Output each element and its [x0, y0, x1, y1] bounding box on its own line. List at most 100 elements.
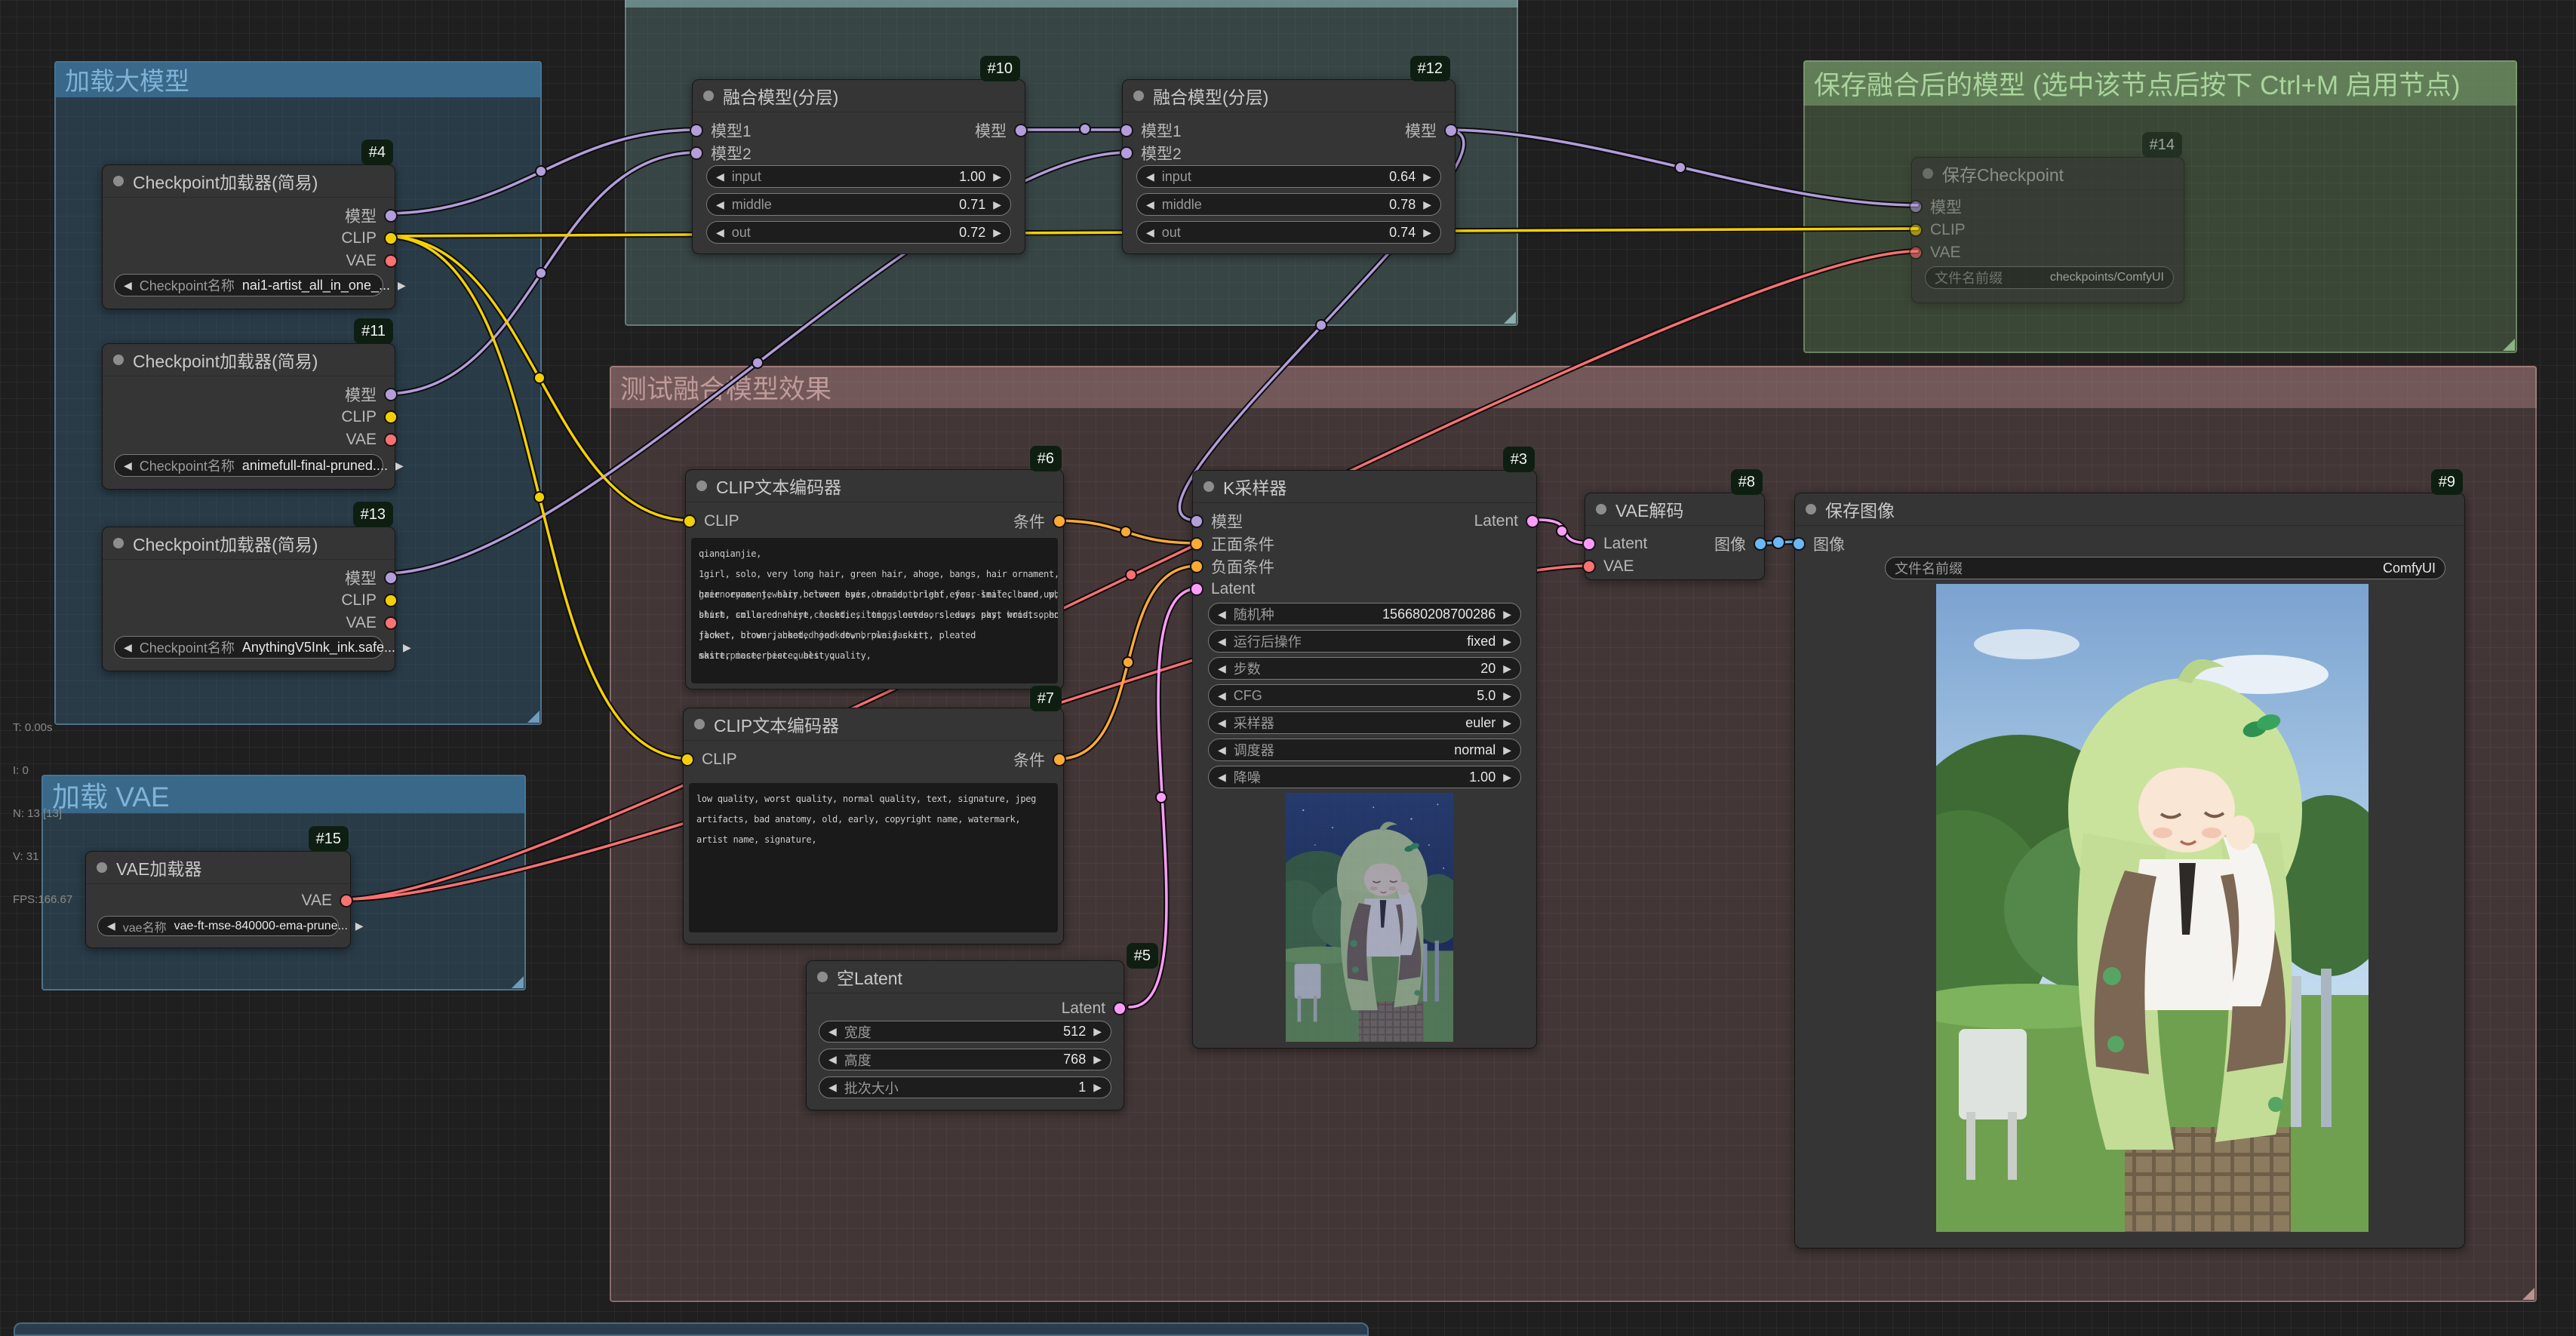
clip-port-icon[interactable]	[384, 594, 398, 607]
input-clip[interactable]: CLIP	[686, 510, 739, 533]
widget-scheduler[interactable]: ◀ 调度器 normal ▶	[1208, 739, 1521, 761]
collapse-dot-icon[interactable]	[1133, 91, 1144, 101]
node-checkpoint-loader-4[interactable]: #4 Checkpoint加载器(简易) 模型 CLIP VAE ◀ Check…	[102, 164, 395, 309]
output-clip[interactable]: CLIP	[341, 589, 395, 612]
image-port-icon[interactable]	[1792, 537, 1806, 551]
widget-denoise[interactable]: ◀ 降噪 1.00 ▶	[1208, 766, 1521, 788]
input-model2[interactable]: 模型2	[1123, 142, 1182, 164]
clip-port-icon[interactable]	[681, 753, 694, 766]
decrement-arrow-icon[interactable]: ◀	[1218, 635, 1226, 648]
output-model[interactable]: 模型	[345, 383, 395, 406]
comfyui-canvas[interactable]: 加载大模型 保存融合后的模型 (选中该节点后按下 Ctrl+M 启用节点) 测试…	[0, 0, 2576, 1336]
model-port-icon[interactable]	[1909, 200, 1923, 213]
decrement-arrow-icon[interactable]: ◀	[828, 1053, 837, 1066]
output-vae[interactable]: VAE	[346, 250, 395, 272]
output-image[interactable]: 图像	[1714, 533, 1764, 555]
node-vae-loader-15[interactable]: #15 VAE加载器 VAE ◀ vae名称 vae-ft-mse-840000…	[85, 851, 351, 948]
increment-arrow-icon[interactable]: ▶	[1093, 1081, 1102, 1094]
conditioning-port-icon[interactable]	[1053, 514, 1066, 528]
collapse-dot-icon[interactable]	[817, 972, 828, 982]
widget-height[interactable]: ◀ 高度 768 ▶	[819, 1049, 1111, 1070]
model-port-icon[interactable]	[1190, 514, 1203, 528]
increment-arrow-icon[interactable]: ▶	[1503, 744, 1511, 757]
group-resize-handle[interactable]	[2522, 1288, 2535, 1300]
next-arrow-icon[interactable]: ▶	[398, 279, 406, 292]
increment-arrow-icon[interactable]: ▶	[1503, 689, 1511, 702]
decrement-arrow-icon[interactable]: ◀	[828, 1025, 837, 1038]
latent-port-icon[interactable]	[1582, 537, 1596, 551]
output-vae[interactable]: VAE	[302, 889, 350, 912]
collapse-dot-icon[interactable]	[1806, 504, 1816, 514]
collapse-dot-icon[interactable]	[1203, 481, 1214, 492]
increment-arrow-icon[interactable]: ▶	[1423, 198, 1431, 211]
next-arrow-icon[interactable]: ▶	[355, 920, 364, 932]
output-conditioning[interactable]: 条件	[1013, 748, 1063, 771]
latent-port-icon[interactable]	[1190, 582, 1203, 596]
widget-input-ratio[interactable]: ◀ input 0.64 ▶	[1136, 165, 1441, 188]
decrement-arrow-icon[interactable]: ◀	[828, 1081, 837, 1094]
prev-arrow-icon[interactable]: ◀	[124, 459, 132, 472]
collapse-dot-icon[interactable]	[694, 719, 705, 729]
node-vae-decode-8[interactable]: #8 VAE解码 Latent VAE 图像	[1585, 493, 1765, 580]
increment-arrow-icon[interactable]: ▶	[1093, 1053, 1102, 1066]
collapse-dot-icon[interactable]	[97, 862, 107, 873]
widget-cfg[interactable]: ◀ CFG 5.0 ▶	[1208, 684, 1521, 707]
clip-port-icon[interactable]	[384, 410, 398, 424]
next-arrow-icon[interactable]: ▶	[403, 641, 411, 654]
node-titlebar[interactable]: 保存Checkpoint	[1912, 158, 2184, 190]
widget-sampler-name[interactable]: ◀ 采样器 euler ▶	[1208, 711, 1521, 734]
decrement-arrow-icon[interactable]: ◀	[1218, 717, 1226, 729]
node-empty-latent-5[interactable]: #5 空Latent Latent ◀ 宽度 512 ▶ ◀ 高度 768 ▶ …	[806, 960, 1124, 1110]
output-conditioning[interactable]: 条件	[1013, 510, 1063, 533]
output-model[interactable]: 模型	[975, 119, 1025, 142]
widget-vae-name[interactable]: ◀ vae名称 vae-ft-mse-840000-ema-prune... ▶	[97, 916, 339, 936]
output-vae[interactable]: VAE	[346, 428, 395, 451]
widget-out-ratio[interactable]: ◀ out 0.72 ▶	[706, 221, 1011, 244]
collapse-dot-icon[interactable]	[1596, 504, 1606, 514]
conditioning-port-icon[interactable]	[1190, 560, 1203, 573]
widget-ckpt-name[interactable]: ◀ Checkpoint名称 AnythingV5Ink_ink.safe...…	[114, 636, 383, 659]
latent-port-icon[interactable]	[1113, 1002, 1127, 1015]
widget-width[interactable]: ◀ 宽度 512 ▶	[819, 1021, 1111, 1043]
model-port-icon[interactable]	[690, 124, 703, 137]
node-titlebar[interactable]: Checkpoint加载器(简易)	[103, 527, 395, 560]
widget-filename-prefix[interactable]: 文件名前缀 checkpoints/ComfyUI	[1925, 266, 2174, 289]
model-port-icon[interactable]	[1014, 124, 1028, 137]
vae-port-icon[interactable]	[340, 894, 353, 908]
node-titlebar[interactable]: 保存图像	[1795, 493, 2464, 526]
increment-arrow-icon[interactable]: ▶	[1503, 717, 1511, 729]
group-resize-handle[interactable]	[527, 711, 539, 723]
decrement-arrow-icon[interactable]: ◀	[716, 198, 724, 211]
clip-port-icon[interactable]	[1909, 223, 1923, 237]
widget-batch-size[interactable]: ◀ 批次大小 1 ▶	[819, 1076, 1111, 1098]
widget-middle-ratio[interactable]: ◀ middle 0.71 ▶	[706, 193, 1011, 216]
output-latent[interactable]: Latent	[1062, 997, 1124, 1020]
input-model2[interactable]: 模型2	[693, 142, 752, 164]
vae-port-icon[interactable]	[384, 433, 398, 447]
group-save-merged-titlebar[interactable]: 保存融合后的模型 (选中该节点后按下 Ctrl+M 启用节点)	[1803, 60, 2517, 106]
node-titlebar[interactable]: 融合模型(分层)	[1123, 80, 1455, 112]
increment-arrow-icon[interactable]: ▶	[1503, 662, 1511, 675]
group-resize-handle[interactable]	[1504, 312, 1516, 324]
output-model[interactable]: 模型	[1405, 119, 1455, 142]
input-latent[interactable]: Latent	[1585, 533, 1647, 555]
input-model[interactable]: 模型	[1193, 510, 1243, 533]
model-port-icon[interactable]	[690, 146, 703, 160]
group-resize-handle[interactable]	[512, 976, 524, 988]
input-clip[interactable]: CLIP	[684, 748, 737, 771]
node-save-image-9[interactable]: #9 保存图像 图像 文件名前缀 ComfyUI	[1794, 493, 2465, 1248]
widget-seed[interactable]: ◀ 随机种 156680208700286 ▶	[1208, 603, 1521, 625]
model-port-icon[interactable]	[384, 571, 398, 585]
increment-arrow-icon[interactable]: ▶	[1093, 1025, 1102, 1038]
node-titlebar[interactable]: Checkpoint加载器(简易)	[103, 165, 395, 198]
prompt-textarea[interactable]: low quality, worst quality, normal quali…	[689, 783, 1058, 932]
input-latent[interactable]: Latent	[1193, 578, 1255, 600]
input-positive[interactable]: 正面条件	[1193, 533, 1274, 555]
collapse-dot-icon[interactable]	[1923, 168, 1933, 179]
node-model-merge-10[interactable]: #10 融合模型(分层) 模型1 模型2 模型 ◀ input 1.00 ▶ ◀…	[692, 79, 1025, 254]
output-model[interactable]: 模型	[345, 567, 395, 589]
decrement-arrow-icon[interactable]: ◀	[1218, 744, 1226, 757]
node-clip-text-encode-negative-7[interactable]: #7 CLIP文本编码器 CLIP 条件 low quality, worst …	[683, 708, 1064, 944]
widget-middle-ratio[interactable]: ◀ middle 0.78 ▶	[1136, 193, 1441, 216]
decrement-arrow-icon[interactable]: ◀	[716, 170, 724, 183]
